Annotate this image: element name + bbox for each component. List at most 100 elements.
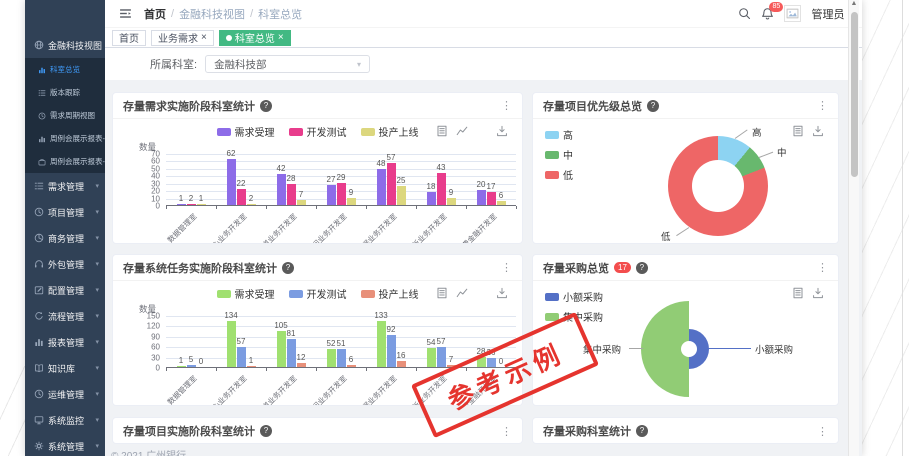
sidebar-subitem-3[interactable]: 周例会展示报表-项目 (25, 127, 105, 150)
data-view-icon[interactable] (436, 125, 448, 137)
bar[interactable] (227, 159, 236, 205)
bar[interactable] (287, 339, 296, 367)
bar[interactable] (497, 201, 506, 205)
more-icon[interactable]: ⋮ (501, 261, 512, 274)
more-icon[interactable]: ⋮ (501, 99, 512, 112)
legend-item[interactable]: 中 (545, 147, 573, 162)
avatar[interactable] (784, 5, 801, 22)
bar-chart-icon[interactable] (476, 287, 488, 299)
line-chart-icon[interactable] (456, 287, 468, 299)
legend-item[interactable]: 高 (545, 127, 573, 142)
tab-business-demand[interactable]: 业务需求 × (151, 30, 214, 46)
bar[interactable] (277, 331, 286, 367)
bar[interactable] (377, 169, 386, 205)
help-icon[interactable]: ? (636, 425, 648, 437)
bar-chart-icon[interactable] (476, 125, 488, 137)
bar[interactable] (337, 183, 346, 205)
bar[interactable] (237, 347, 246, 367)
sidebar-item-3[interactable]: 外包管理▾ (25, 251, 105, 277)
bar[interactable] (177, 366, 186, 367)
legend-item[interactable]: 低 (545, 167, 573, 182)
bar[interactable] (277, 174, 286, 205)
bar[interactable] (227, 321, 236, 367)
bar[interactable] (347, 198, 356, 205)
bell-icon[interactable]: 85 (761, 7, 774, 20)
download-icon[interactable] (496, 125, 508, 137)
bar[interactable] (427, 192, 436, 205)
tab-department-overview[interactable]: 科室总览 × (219, 30, 291, 46)
sidebar-item-6[interactable]: 报表管理▾ (25, 329, 105, 355)
scroll-up-icon[interactable]: ▲ (849, 0, 859, 7)
help-icon[interactable]: ? (260, 100, 272, 112)
bar[interactable] (387, 163, 396, 205)
close-icon[interactable]: × (201, 33, 207, 43)
bar[interactable] (297, 363, 306, 367)
data-view-icon[interactable] (792, 287, 804, 299)
sidebar-item-2[interactable]: 商务管理▾ (25, 225, 105, 251)
more-icon[interactable]: ⋮ (817, 261, 828, 274)
bar[interactable] (197, 204, 206, 205)
sidebar-item-root[interactable]: 金融科技视图▴ (25, 32, 105, 58)
sidebar-item-0[interactable]: 需求管理▾ (25, 173, 105, 199)
sidebar-subitem-1[interactable]: 版本跟踪 (25, 81, 105, 104)
sidebar-item-4[interactable]: 配置管理▾ (25, 277, 105, 303)
bar[interactable] (327, 349, 336, 367)
legend-item[interactable]: 开发测试 (289, 124, 347, 139)
more-icon[interactable]: ⋮ (817, 425, 828, 438)
legend-item[interactable]: 投产上线 (361, 124, 419, 139)
bar[interactable] (187, 204, 196, 205)
legend-item[interactable]: 小额采购 (545, 289, 603, 304)
line-chart-icon[interactable] (456, 125, 468, 137)
bar[interactable] (487, 192, 496, 205)
sidebar-item-7[interactable]: 知识库▾ (25, 355, 105, 381)
help-icon[interactable]: ? (647, 100, 659, 112)
download-icon[interactable] (496, 287, 508, 299)
tab-home[interactable]: 首页 (112, 30, 146, 46)
sidebar-item-5[interactable]: 流程管理▾ (25, 303, 105, 329)
bar[interactable] (177, 204, 186, 205)
bar[interactable] (287, 184, 296, 205)
sidebar-subitem-4[interactable]: 周例会展示报表-采购 (25, 150, 105, 173)
help-icon[interactable]: ? (282, 262, 294, 274)
download-icon[interactable] (812, 287, 824, 299)
sidebar-item-9[interactable]: 系统监控▾ (25, 407, 105, 433)
bar[interactable] (187, 365, 196, 367)
scrollbar-thumb[interactable] (851, 12, 858, 177)
breadcrumb-section[interactable]: 金融科技视图 (179, 6, 245, 22)
bar[interactable] (377, 321, 386, 367)
hamburger-icon[interactable] (119, 7, 132, 20)
help-icon[interactable]: ? (260, 425, 272, 437)
bar[interactable] (387, 335, 396, 367)
bar[interactable] (427, 348, 436, 367)
legend-item[interactable]: 投产上线 (361, 286, 419, 301)
sidebar-item-10[interactable]: 系统管理▾ (25, 433, 105, 456)
bar[interactable] (247, 366, 256, 367)
search-icon[interactable] (738, 7, 751, 20)
help-icon[interactable]: ? (636, 262, 648, 274)
close-icon[interactable]: × (278, 33, 284, 43)
bar[interactable] (337, 349, 346, 367)
legend-item[interactable]: 需求受理 (217, 124, 275, 139)
sidebar-subitem-0[interactable]: 科室总览 (25, 58, 105, 81)
user-menu[interactable]: 管理员 (811, 6, 844, 22)
bar[interactable] (247, 204, 256, 205)
sidebar-item-1[interactable]: 项目管理▾ (25, 199, 105, 225)
breadcrumb-home[interactable]: 首页 (144, 6, 166, 22)
bar[interactable] (437, 347, 446, 367)
scrollbar[interactable]: ▲ (848, 0, 859, 456)
bar[interactable] (237, 189, 246, 205)
bar[interactable] (397, 361, 406, 367)
data-view-icon[interactable] (436, 287, 448, 299)
more-icon[interactable]: ⋮ (501, 425, 512, 438)
sidebar-item-8[interactable]: 运维管理▾ (25, 381, 105, 407)
legend-item[interactable]: 需求受理 (217, 286, 275, 301)
download-icon[interactable] (812, 125, 824, 137)
bar[interactable] (477, 190, 486, 205)
department-select[interactable]: 金融科技部 ▾ (205, 55, 370, 73)
bar[interactable] (297, 200, 306, 205)
legend-item[interactable]: 开发测试 (289, 286, 347, 301)
bar[interactable] (347, 365, 356, 367)
bar[interactable] (437, 173, 446, 205)
more-icon[interactable]: ⋮ (817, 99, 828, 112)
bar[interactable] (327, 185, 336, 205)
